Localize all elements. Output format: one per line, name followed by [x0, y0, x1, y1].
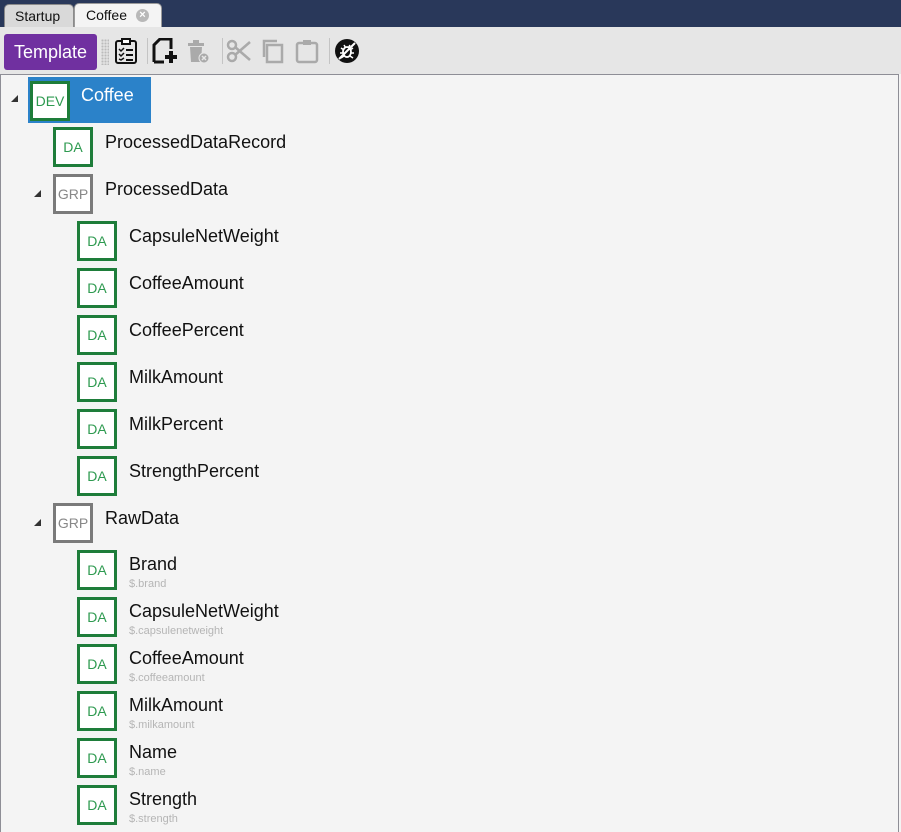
json-path: $.brand [129, 578, 167, 590]
add-document-icon[interactable] [151, 37, 179, 65]
tree-item-brand[interactable]: Brand [129, 554, 177, 575]
da-badge: DA [77, 221, 117, 261]
da-badge: DA [77, 315, 117, 355]
cut-icon[interactable] [225, 37, 253, 65]
da-badge: DA [77, 691, 117, 731]
tree-item-rawdata[interactable]: RawData [105, 508, 179, 529]
close-circle-icon[interactable]: × [136, 9, 149, 22]
tree-item-coffeeamount[interactable]: CoffeeAmount [129, 273, 244, 294]
dev-badge: DEV [30, 81, 70, 121]
tab-coffee-label: Coffee [86, 7, 127, 23]
expander-processeddata[interactable] [34, 190, 41, 197]
da-badge: DA [77, 268, 117, 308]
tree-item-processeddata[interactable]: ProcessedData [105, 179, 228, 200]
delete-icon[interactable] [184, 37, 212, 65]
tree-item-strengthpercent[interactable]: StrengthPercent [129, 461, 259, 482]
json-path: $.capsulenetweight [129, 625, 224, 637]
tree-item-milkamount-raw[interactable]: MilkAmount [129, 695, 223, 716]
da-badge: DA [77, 456, 117, 496]
tree-view[interactable]: DEV Coffee DA ProcessedDataRecord GRP Pr… [0, 74, 899, 832]
tree-item-coffeepercent[interactable]: CoffeePercent [129, 320, 244, 341]
da-badge: DA [77, 550, 117, 590]
tree-item-capsulenetweight-raw[interactable]: CapsuleNetWeight [129, 601, 279, 622]
tab-startup-label: Startup [15, 8, 61, 24]
debug-off-icon[interactable] [333, 37, 361, 65]
tree-item-milkamount[interactable]: MilkAmount [129, 367, 223, 388]
tree-item-processeddatarecord[interactable]: ProcessedDataRecord [105, 132, 286, 153]
da-badge: DA [77, 597, 117, 637]
tree-item-coffee[interactable]: Coffee [81, 85, 134, 106]
json-path: $.name [129, 766, 166, 778]
tree-item-strength[interactable]: Strength [129, 789, 197, 810]
json-path: $.milkamount [129, 719, 195, 731]
tree-item-name[interactable]: Name [129, 742, 177, 763]
da-badge: DA [77, 738, 117, 778]
grp-badge: GRP [53, 503, 93, 543]
checklist-icon[interactable] [112, 37, 140, 65]
toolbar-separator [329, 38, 330, 64]
da-badge: DA [53, 127, 93, 167]
da-badge: DA [77, 785, 117, 825]
expander-coffee[interactable] [11, 95, 18, 102]
da-badge: DA [77, 409, 117, 449]
tree-item-capsulenetweight[interactable]: CapsuleNetWeight [129, 226, 279, 247]
tree-item-milkpercent[interactable]: MilkPercent [129, 414, 223, 435]
copy-icon[interactable] [259, 37, 287, 65]
tab-startup[interactable]: Startup [4, 4, 74, 27]
template-button[interactable]: Template [4, 34, 97, 70]
grp-badge: GRP [53, 174, 93, 214]
tab-coffee[interactable]: Coffee × [74, 3, 162, 27]
paste-icon[interactable] [293, 37, 321, 65]
da-badge: DA [77, 362, 117, 402]
toolbar-separator [147, 38, 148, 64]
json-path: $.strength [129, 813, 178, 825]
toolbar-separator [222, 38, 223, 64]
expander-rawdata[interactable] [34, 519, 41, 526]
da-badge: DA [77, 644, 117, 684]
tree-item-coffeeamount-raw[interactable]: CoffeeAmount [129, 648, 244, 669]
toolbar-grip[interactable] [101, 39, 109, 65]
json-path: $.coffeeamount [129, 672, 205, 684]
toolbar: Template [0, 27, 901, 74]
tab-bar: Startup Coffee × [0, 0, 901, 27]
